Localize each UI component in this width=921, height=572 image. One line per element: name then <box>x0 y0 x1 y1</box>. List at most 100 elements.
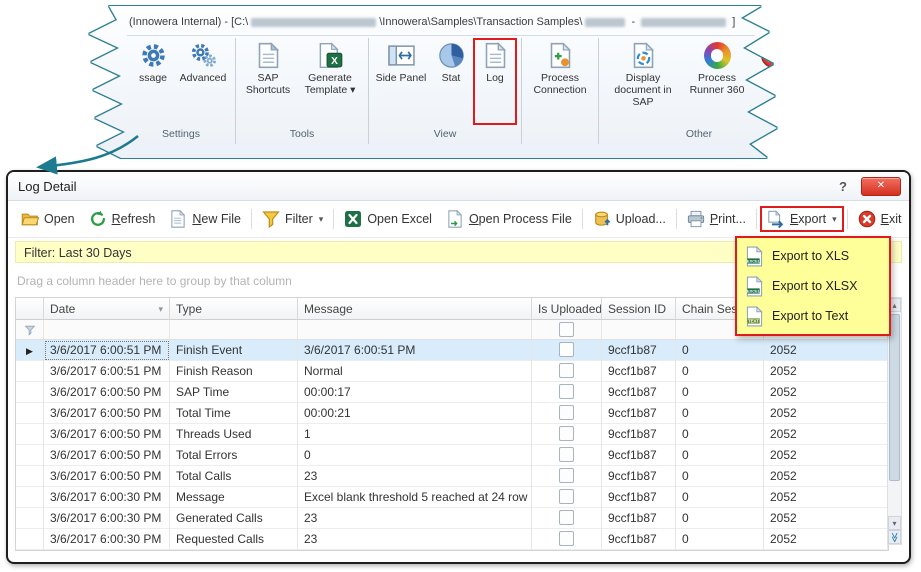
is-uploaded-checkbox[interactable] <box>559 405 574 421</box>
column-header-date[interactable]: Date ▾ <box>44 298 170 320</box>
is-uploaded-checkbox[interactable] <box>559 426 574 442</box>
svg-text:TEXT: TEXT <box>748 318 759 323</box>
print-button[interactable]: Print... <box>680 206 753 232</box>
filter-cell-session-id[interactable] <box>602 320 676 340</box>
table-row[interactable]: 3/6/2017 6:00:50 PM Total Time 00:00:21 9cc… <box>16 403 888 424</box>
advanced-button[interactable]: Advanced <box>175 38 231 125</box>
cell-is-uploaded <box>532 424 602 445</box>
ribbon-button-label: ssage <box>138 72 168 84</box>
svg-text:EXCEL: EXCEL <box>747 288 761 293</box>
ribbon-group-buttons: SAP Shortcuts X Generate Template ▾ <box>240 38 364 125</box>
sap-shortcuts-button[interactable]: SAP Shortcuts <box>240 38 296 125</box>
is-uploaded-checkbox[interactable] <box>559 468 574 484</box>
ribbon-button-label: Stat <box>441 72 461 84</box>
ribbon-group-label: Tools <box>289 128 315 140</box>
process-connection-button[interactable]: Process Connection <box>526 38 594 125</box>
is-uploaded-filter-checkbox[interactable] <box>559 322 574 338</box>
cell-message: 3/6/2017 6:00:51 PM <box>298 340 532 361</box>
cell-type: SAP Time <box>170 382 298 403</box>
export-button[interactable]: Export ▾ <box>759 206 844 232</box>
cell-date: 3/6/2017 6:00:50 PM <box>44 445 170 466</box>
log-toolbar: Open Refresh New File Filter ▾ Open Excel Open… <box>8 201 909 238</box>
cell-col7: 2052 <box>764 508 888 529</box>
menu-item-export-to-xls[interactable]: EXCEL Export to XLS <box>737 241 889 271</box>
table-row[interactable]: 3/6/2017 6:00:50 PM SAP Time 00:00:17 9ccf1… <box>16 382 888 403</box>
is-uploaded-checkbox[interactable] <box>559 510 574 526</box>
column-header-session-id[interactable]: Session ID <box>602 298 676 320</box>
exit-button[interactable]: Exit <box>851 206 909 232</box>
toolbar-button-label: Open <box>44 212 75 226</box>
cell-message: 23 <box>298 466 532 487</box>
column-header-is-uploaded[interactable]: Is Uploaded <box>532 298 602 320</box>
filter-icon <box>262 210 280 228</box>
cell-is-uploaded <box>532 487 602 508</box>
side-panel-icon <box>387 42 415 69</box>
toolbar-button-label: Filter <box>285 212 313 226</box>
is-uploaded-checkbox[interactable] <box>559 342 574 358</box>
cell-is-uploaded <box>532 445 602 466</box>
table-row[interactable]: 3/6/2017 6:00:30 PM Generated Calls 23 9ccf… <box>16 508 888 529</box>
column-header-message[interactable]: Message <box>298 298 532 320</box>
row-indicator-header <box>16 298 44 320</box>
filter-cell-date[interactable] <box>44 320 170 340</box>
app-title-bar: (Innowera Internal) - [C:\ \Innowera\Samp… <box>127 14 755 36</box>
filter-cell-message[interactable] <box>298 320 532 340</box>
help-button[interactable]: ? <box>839 179 847 194</box>
scrollbar-thumb[interactable] <box>889 314 900 481</box>
stat-button[interactable]: Stat <box>429 38 473 125</box>
is-uploaded-checkbox[interactable] <box>559 363 574 379</box>
toolbar-button-label: Print... <box>709 212 746 226</box>
is-uploaded-checkbox[interactable] <box>559 531 574 547</box>
filter-cell-is-uploaded[interactable] <box>532 320 602 340</box>
gear-icon <box>140 42 167 69</box>
menu-item-export-to-text[interactable]: TEXT Export to Text <box>737 301 889 331</box>
svg-text:X: X <box>331 56 338 67</box>
cell-chain-session: 0 <box>676 508 764 529</box>
cell-date: 3/6/2017 6:00:50 PM <box>44 424 170 445</box>
column-header-type[interactable]: Type <box>170 298 298 320</box>
filter-cell-type[interactable] <box>170 320 298 340</box>
table-row[interactable]: 3/6/2017 6:00:50 PM Threads Used 1 9ccf1b87… <box>16 424 888 445</box>
side-panel-button[interactable]: Side Panel <box>373 38 429 125</box>
close-button[interactable]: ✕ <box>861 176 901 196</box>
ribbon-button-label: SAP Shortcuts <box>245 72 291 97</box>
display-document-in-sap-button[interactable]: Display document in SAP <box>603 38 683 125</box>
cell-is-uploaded <box>532 466 602 487</box>
filter-dropdown-icon[interactable]: ▾ <box>158 298 163 319</box>
process-runner-360-button[interactable]: Process Runner 360 <box>683 38 751 125</box>
table-row[interactable]: 3/6/2017 6:00:51 PM Finish Reason Normal 9c… <box>16 361 888 382</box>
table-row[interactable]: ▶ 3/6/2017 6:00:51 PM Finish Event 3/6/2017… <box>16 340 888 361</box>
open-excel-button[interactable]: Open Excel <box>337 206 439 232</box>
ribbon-fragment: (Innowera Internal) - [C:\ \Innowera\Samp… <box>85 6 785 158</box>
table-row[interactable]: 3/6/2017 6:00:50 PM Total Errors 0 9ccf1b87… <box>16 445 888 466</box>
cell-type: Requested Calls <box>170 529 298 550</box>
message-button[interactable]: ssage <box>131 38 175 125</box>
toolbar-separator <box>846 209 848 229</box>
refresh-button[interactable]: Refresh <box>82 206 163 232</box>
is-uploaded-checkbox[interactable] <box>559 447 574 463</box>
cell-col7: 2052 <box>764 361 888 382</box>
cell-session-id: 9ccf1b87 <box>602 361 676 382</box>
cell-date: 3/6/2017 6:00:30 PM <box>44 529 170 550</box>
generate-template-button[interactable]: X Generate Template ▾ <box>296 38 364 125</box>
scroll-down-button[interactable]: ▾ <box>888 516 901 530</box>
table-row[interactable]: 3/6/2017 6:00:50 PM Total Calls 23 9ccf1b87… <box>16 466 888 487</box>
log-button[interactable]: Log <box>473 38 517 125</box>
cell-message: 23 <box>298 508 532 529</box>
pie-chart-icon <box>438 42 465 69</box>
scrollbar-track[interactable] <box>888 312 901 516</box>
filter-button[interactable]: Filter ▾ <box>255 206 330 232</box>
open-button[interactable]: Open <box>14 206 82 232</box>
upload-button[interactable]: Upload... <box>586 206 673 232</box>
open-process-file-button[interactable]: Open Process File <box>439 206 579 232</box>
scroll-page-down-button[interactable]: ≫ <box>888 530 901 544</box>
menu-item-export-to-xlsx[interactable]: EXCEL Export to XLSX <box>737 271 889 301</box>
new-file-button[interactable]: New File <box>162 206 248 232</box>
is-uploaded-checkbox[interactable] <box>559 384 574 400</box>
app-title-text: (Innowera Internal) - [C:\ <box>129 16 249 28</box>
ribbon-group-label <box>526 125 594 144</box>
ribbon-exit-button[interactable]: Ex <box>751 38 777 125</box>
table-row[interactable]: 3/6/2017 6:00:30 PM Message Excel blank th… <box>16 487 888 508</box>
is-uploaded-checkbox[interactable] <box>559 489 574 505</box>
table-row[interactable]: 3/6/2017 6:00:30 PM Requested Calls 23 9ccf… <box>16 529 888 550</box>
